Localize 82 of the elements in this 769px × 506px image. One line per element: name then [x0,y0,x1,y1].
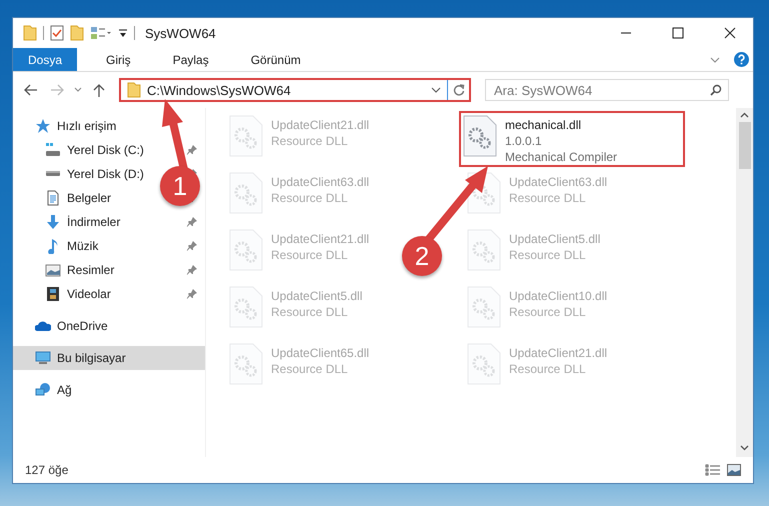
gear-file-icon [229,115,263,157]
document-icon [45,190,61,206]
item-count: 127 öğe [25,463,70,477]
file-name: UpdateClient63.dll [509,174,608,190]
sidebar-item[interactable]: Videolar [13,282,205,306]
gear-file-icon [229,229,263,271]
scrollbar[interactable] [736,108,753,457]
forward-arrow-icon [50,84,64,96]
file-item[interactable]: mechanical.dll 1.0.0.1 Mechanical Compiler [459,111,685,167]
scroll-down-icon[interactable] [740,445,749,451]
gear-file-icon [467,343,501,385]
gear-file-icon [463,115,497,157]
chevron-down-icon[interactable] [431,86,441,94]
file-description: Resource DLL [509,247,587,263]
gear-file-icon [229,343,263,385]
computer-icon [35,350,51,366]
address-bar[interactable]: C:\Windows\SysWOW64 [119,78,471,102]
ribbon-tab[interactable]: Paylaş [152,48,230,71]
back-arrow-icon [24,84,38,96]
sidebar-item[interactable]: OneDrive [13,314,205,338]
address-input[interactable]: C:\Windows\SysWOW64 [147,82,425,98]
refresh-icon [452,84,464,96]
file-version: 1.0.0.1 [505,133,543,149]
file-description: Resource DLL [271,133,349,149]
file-name: UpdateClient21.dll [509,345,608,361]
chevron-down-icon[interactable] [710,54,720,64]
search-box[interactable]: Ara: SysWOW64 [485,79,729,101]
sidebar-item[interactable]: Resimler [13,258,205,282]
ribbon-tab[interactable]: Dosya [13,48,78,71]
maximize-icon [672,27,684,39]
properties-icon[interactable] [90,26,112,40]
checklist-icon[interactable] [50,25,64,41]
file-name: UpdateClient10.dll [509,288,608,304]
gear-file-icon [229,172,263,214]
download-arrow-icon [45,214,61,230]
help-icon[interactable] [734,52,749,67]
network-icon [35,382,51,398]
gear-file-icon [229,286,263,328]
file-description: Resource DLL [509,190,587,206]
file-name: UpdateClient5.dll [271,288,362,304]
sidebar-item[interactable]: Yerel Disk (C:) [13,138,205,162]
ribbon-tab[interactable]: Giriş [85,48,152,71]
file-name: UpdateClient65.dll [271,345,370,361]
file-description: Resource DLL [271,190,349,206]
scroll-up-icon[interactable] [740,112,749,118]
sidebar-item[interactable]: Müzik [13,234,205,258]
picture-icon [45,262,61,278]
file-name: UpdateClient21.dll [271,117,370,133]
file-name: UpdateClient63.dll [271,174,370,190]
gear-file-icon [467,286,501,328]
file-name: UpdateClient21.dll [271,231,370,247]
new-folder-icon [70,25,84,41]
sidebar-item[interactable]: Ağ [13,378,205,402]
file-description: Resource DLL [271,361,349,377]
sidebar-item[interactable]: Bu bilgisayar [13,346,205,370]
folder-icon [23,25,37,41]
star-icon [35,118,51,134]
scroll-thumb[interactable] [738,122,750,169]
film-icon [45,286,61,302]
file-description: Resource DLL [509,361,587,377]
drive-icon [45,142,61,158]
up-arrow-icon [93,83,105,97]
drive-icon [45,171,61,177]
window-title: SysWOW64 [145,26,217,40]
close-icon [724,27,736,39]
details-view-icon[interactable] [705,464,721,476]
file-name: UpdateClient5.dll [509,231,600,247]
sidebar-item[interactable]: Hızlı erişim [13,114,205,138]
ribbon-tab[interactable]: Görünüm [230,48,322,71]
folder-icon [127,82,141,98]
file-name: mechanical.dll [505,117,582,133]
file-description: Resource DLL [271,304,349,320]
large-icons-view-icon[interactable] [727,464,741,476]
file-description: Resource DLL [509,304,587,320]
dropdown-icon[interactable] [118,28,128,38]
search-input[interactable]: Ara: SysWOW64 [494,82,710,98]
file-description: Resource DLL [271,247,349,263]
search-icon [710,84,722,96]
sidebar-item[interactable]: İndirmeler [13,210,205,234]
file-description: Mechanical Compiler [505,149,618,165]
gear-file-icon [467,229,501,271]
chevron-down-icon [74,87,82,93]
